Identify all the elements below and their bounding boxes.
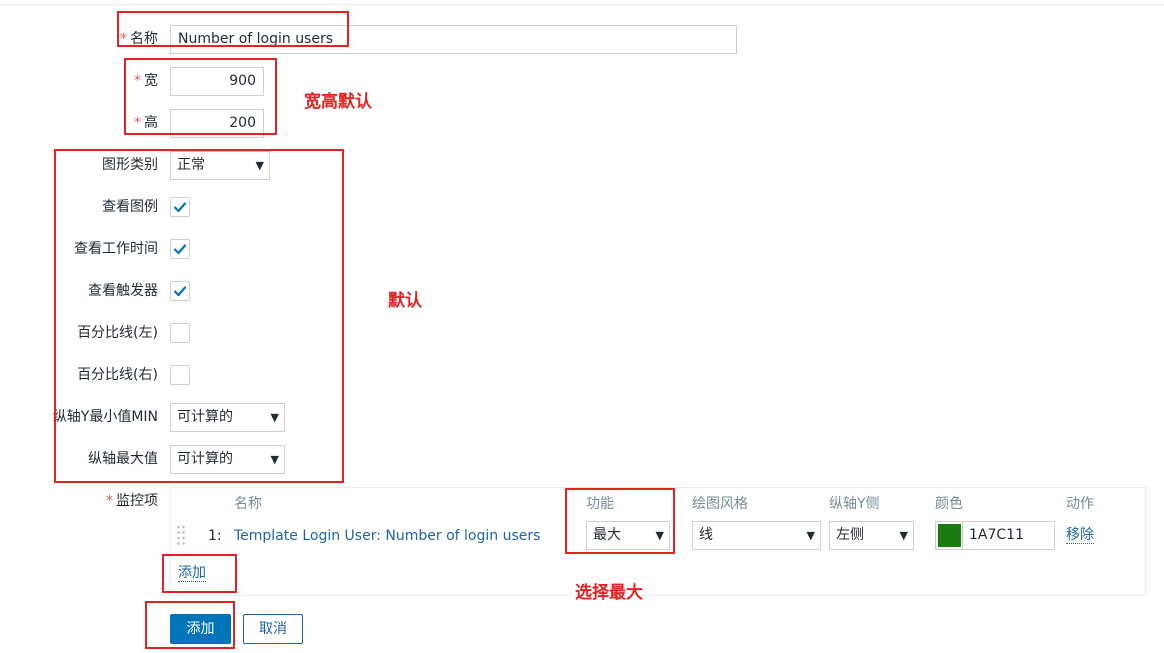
item-color-input[interactable]: 1A7C11 — [962, 521, 1055, 550]
item-remove-link[interactable]: 移除 — [1066, 527, 1094, 544]
annotation-box-name — [117, 11, 349, 47]
chevron-down-icon: ▼ — [806, 529, 815, 542]
items-header-action: 动作 — [1066, 496, 1094, 512]
items-header-name: 名称 — [234, 496, 262, 512]
item-color-value: 1A7C11 — [969, 527, 1024, 543]
item-draw-style-select[interactable]: 线 ▼ — [692, 521, 821, 550]
items-label-text: 监控项 — [116, 493, 158, 509]
required-mark: * — [106, 493, 113, 509]
annotation-box-function — [565, 488, 675, 554]
cancel-button[interactable]: 取消 — [243, 614, 303, 644]
item-y-side-value: 左侧 — [836, 527, 864, 543]
item-color-swatch[interactable] — [935, 521, 964, 550]
annotation-box-add-button — [145, 601, 235, 649]
annotation-default: 默认 — [388, 291, 422, 311]
item-y-side-select[interactable]: 左侧 ▼ — [829, 521, 914, 550]
items-label: * 监控项 — [106, 491, 158, 511]
item-index: 1: — [208, 528, 222, 544]
annotation-box-size — [124, 58, 277, 135]
annotation-choose-max: 选择最大 — [575, 583, 643, 603]
annotation-size-default: 宽高默认 — [304, 92, 372, 112]
color-swatch-fill — [938, 524, 961, 547]
chevron-down-icon: ▼ — [899, 529, 908, 542]
item-draw-style-value: 线 — [699, 527, 713, 543]
item-name-link[interactable]: Template Login User: Number of login use… — [234, 527, 540, 545]
top-divider — [0, 4, 1164, 5]
annotation-box-add-link — [162, 554, 237, 593]
annotation-box-options — [54, 149, 344, 483]
items-header-draw-style: 绘图风格 — [692, 496, 748, 512]
drag-handle-icon[interactable] — [176, 524, 186, 548]
items-header-color: 颜色 — [935, 496, 963, 512]
items-header-y-side: 纵轴Y侧 — [829, 496, 880, 512]
